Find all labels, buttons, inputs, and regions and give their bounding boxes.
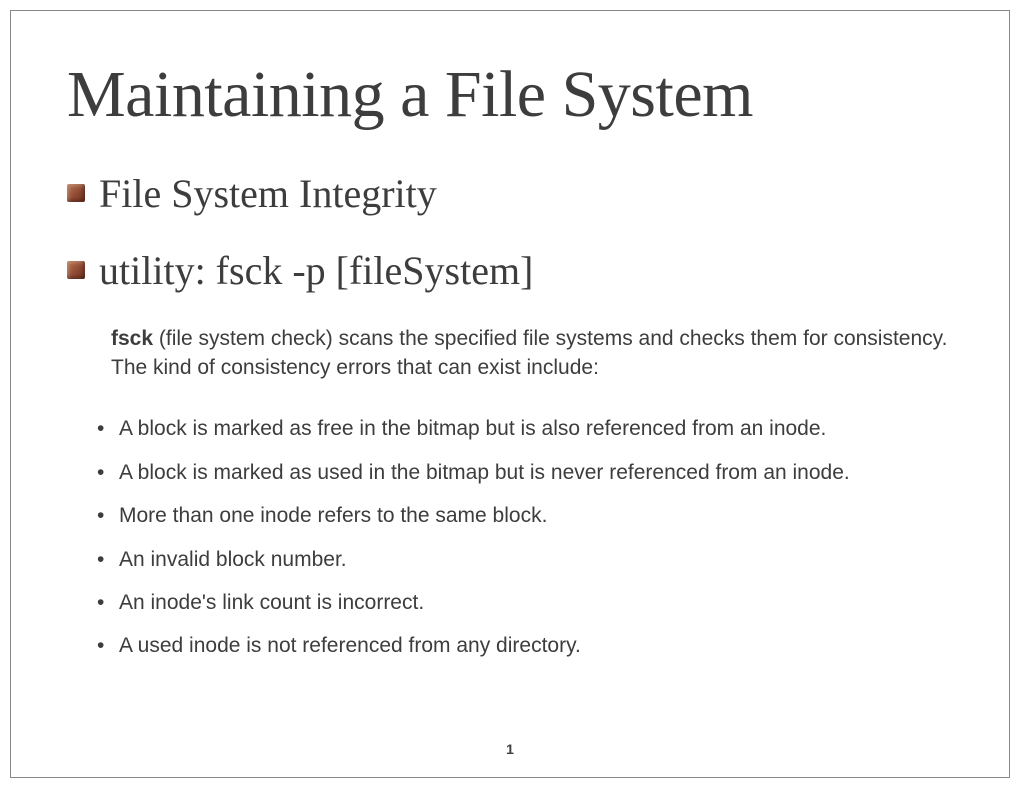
description-paragraph: fsck (file system check) scans the speci… (111, 324, 953, 383)
bullet-row-0: File System Integrity (67, 170, 953, 217)
square-bullet-icon (67, 261, 85, 279)
bullet-row-1: utility: fsck -p [fileSystem] (67, 247, 953, 294)
list-item: More than one inode refers to the same b… (97, 501, 953, 530)
page-number: 1 (11, 741, 1009, 757)
slide-frame: Maintaining a File System File System In… (10, 10, 1010, 778)
list-item: A block is marked as used in the bitmap … (97, 458, 953, 487)
bullet-text-0: File System Integrity (99, 170, 437, 217)
description-rest: (file system check) scans the specified … (111, 327, 947, 379)
slide-title: Maintaining a File System (67, 59, 953, 132)
list-item: A block is marked as free in the bitmap … (97, 414, 953, 443)
list-item: An invalid block number. (97, 545, 953, 574)
error-list: A block is marked as free in the bitmap … (97, 414, 953, 660)
description-bold: fsck (111, 327, 153, 350)
list-item: A used inode is not referenced from any … (97, 631, 953, 660)
bullet-text-1: utility: fsck -p [fileSystem] (99, 247, 533, 294)
list-item: An inode's link count is incorrect. (97, 588, 953, 617)
square-bullet-icon (67, 184, 85, 202)
